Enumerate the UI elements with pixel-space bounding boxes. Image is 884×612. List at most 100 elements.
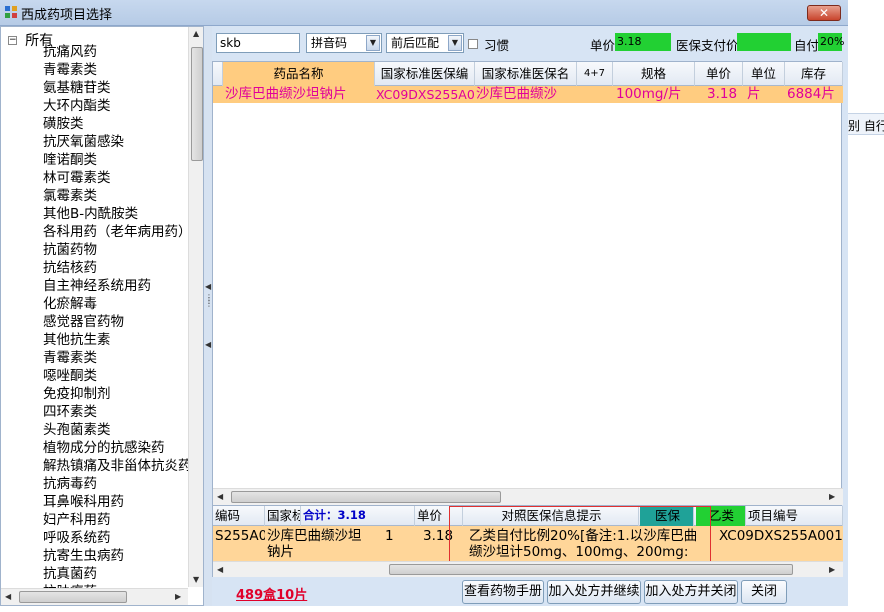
scroll-down-icon[interactable]: ▼ (193, 575, 199, 584)
tree-vertical-scrollbar[interactable]: ▲ ▼ (188, 27, 203, 587)
cell-code: S255A0 (215, 528, 265, 544)
search-method-select[interactable]: 拼音码 ▼ (306, 33, 382, 53)
tree-item[interactable]: 氯霉素类 (43, 187, 189, 205)
tree-item[interactable]: 抗菌药物 (43, 241, 189, 259)
app-icon (5, 6, 17, 18)
column-header-price[interactable]: 单价 (695, 62, 743, 86)
tree-item[interactable]: 林可霉素类 (43, 169, 189, 187)
habit-checkbox[interactable] (468, 39, 478, 49)
tree-item[interactable]: 感觉器官药物 (43, 313, 189, 331)
prescription-scroll-thumb[interactable] (389, 564, 793, 575)
insurance-badge: 医保 (640, 506, 694, 526)
tree-item[interactable]: 抗寄生虫病药 (43, 547, 189, 565)
column-header-stock[interactable]: 库存 (785, 62, 843, 86)
category-badge: 乙类 (696, 506, 746, 526)
column-header-hint[interactable]: 对照医保信息提示 (463, 506, 639, 526)
prescription-grid-header: 编码 国家标 合计：3.18 单价 对照医保信息提示 医保 乙类 项目编号 (213, 506, 843, 526)
tree-item[interactable]: 解热镇痛及非甾体抗炎药 (43, 457, 189, 475)
match-mode-select[interactable]: 前后匹配 ▼ (386, 33, 464, 53)
tree-item[interactable]: 抗厌氧菌感染 (43, 133, 189, 151)
table-row[interactable]: S255A0 沙库巴曲缬沙坦钠片 1 3.18 乙类自付比例20%[备注:1.以… (213, 526, 843, 561)
tree-scroll-thumb[interactable] (191, 47, 203, 161)
column-header-name[interactable]: 药品名称 (223, 62, 375, 86)
grid-horizontal-scrollbar[interactable]: ◀ ▶ (213, 488, 843, 505)
chevron-down-icon[interactable]: ▼ (366, 35, 380, 51)
tree-item[interactable]: 头孢菌素类 (43, 421, 189, 439)
scroll-right-icon[interactable]: ▶ (175, 592, 181, 601)
add-and-continue-button[interactable]: 加入处方并继续 (547, 580, 641, 604)
column-header-price[interactable]: 单价 (415, 506, 463, 526)
tree-item[interactable]: 其他B-内酰胺类 (43, 205, 189, 223)
tree-item[interactable]: 抗真菌药 (43, 565, 189, 583)
tree-item[interactable]: 抗结核药 (43, 259, 189, 277)
scroll-right-icon[interactable]: ▶ (829, 565, 835, 574)
close-button[interactable]: 关闭 (741, 580, 787, 604)
scroll-up-icon[interactable]: ▲ (193, 29, 199, 38)
tree-item[interactable]: 耳鼻喉科用药 (43, 493, 189, 511)
cell-unit: 片 (747, 86, 761, 102)
match-mode-value: 前后匹配 (391, 36, 440, 50)
scroll-left-icon[interactable]: ◀ (217, 565, 223, 574)
bottom-action-bar: 489盒10片 查看药物手册 加入处方并继续 加入处方并关闭 关闭 (212, 578, 848, 606)
stock-total-link[interactable]: 489盒10片 (236, 584, 307, 603)
cell-spec: 100mg/片 (616, 86, 682, 102)
insurance-price-value (737, 33, 791, 51)
background-window (848, 0, 884, 612)
column-header-std-name[interactable]: 国家标准医保名 (475, 62, 577, 86)
cell-name: 沙库巴曲缬沙坦钠片 (267, 528, 362, 560)
tree-item[interactable]: 喹诺酮类 (43, 151, 189, 169)
column-header-item-code[interactable]: 项目编号 (746, 506, 843, 526)
tree-item[interactable]: 其他抗生素 (43, 331, 189, 349)
tree-item[interactable]: 妇产科用药 (43, 511, 189, 529)
search-method-value: 拼音码 (311, 36, 348, 50)
tree-item[interactable]: 噁唑酮类 (43, 367, 189, 385)
tree-item[interactable]: 四环素类 (43, 403, 189, 421)
collapse-icon[interactable]: − (8, 35, 17, 45)
tree-item[interactable]: 青霉素类 (43, 349, 189, 367)
table-row[interactable]: 沙库巴曲缬沙坦钠片 XC09DXS255A0 沙库巴曲缬沙 100mg/片 3.… (213, 86, 843, 103)
column-header-4plus7[interactable]: 4+7 (577, 62, 613, 86)
tree-item[interactable]: 抗病毒药 (43, 475, 189, 493)
tree-item[interactable]: 青霉素类 (43, 61, 189, 79)
chevron-down-icon[interactable]: ▼ (448, 35, 462, 51)
tree-item[interactable]: 植物成分的抗感染药 (43, 439, 189, 457)
column-header-std-code[interactable]: 国家标准医保编 (375, 62, 475, 86)
tree-item[interactable]: 抗痛风药 (43, 43, 189, 61)
cell-qty: 1 (385, 528, 394, 544)
scroll-left-icon[interactable]: ◀ (5, 592, 11, 601)
tree-item[interactable]: 磺胺类 (43, 115, 189, 133)
category-tree: − 所有 抗痛风药 青霉素类 氨基糖苷类 大环内酯类 磺胺类 抗厌氧菌感染 喹诺酮类 林可霉素… (0, 26, 204, 606)
search-input[interactable] (216, 33, 300, 53)
cell-4plus7 (579, 86, 611, 103)
column-header-spec[interactable]: 规格 (613, 62, 695, 86)
tree-item[interactable]: 呼吸系统药 (43, 529, 189, 547)
tree-item[interactable]: 免疫抑制剂 (43, 385, 189, 403)
column-header-name[interactable]: 国家标 (265, 506, 301, 526)
splitter-collapse-icon[interactable]: ◀ (205, 282, 211, 291)
tree-item[interactable]: 各科用药（老年病用药） (43, 223, 189, 241)
column-header-code[interactable]: 编码 (213, 506, 265, 526)
price-value: 3.18 (615, 33, 671, 51)
drug-grid: 药品名称 国家标准医保编 国家标准医保名 4+7 规格 单价 单位 库存 沙库巴… (212, 61, 843, 505)
cell-std-name: 沙库巴曲缬沙 (476, 86, 557, 102)
tree-item[interactable]: 自主神经系统用药 (43, 277, 189, 295)
tree-item[interactable]: 大环内酯类 (43, 97, 189, 115)
tree-hscroll-thumb[interactable] (19, 591, 127, 603)
tree-horizontal-scrollbar[interactable]: ◀ ▶ (1, 588, 188, 605)
grid-scroll-thumb[interactable] (231, 491, 501, 503)
add-and-close-button[interactable]: 加入处方并关闭 (644, 580, 738, 604)
column-header-unit[interactable]: 单位 (743, 62, 785, 86)
prescription-horizontal-scrollbar[interactable]: ◀ ▶ (213, 561, 843, 577)
splitter[interactable]: ◀ ⋮ ⋮ ⋮ ◀ (204, 26, 213, 606)
price-label: 单价 (590, 38, 616, 53)
drug-grid-header: 药品名称 国家标准医保编 国家标准医保名 4+7 规格 单价 单位 库存 (213, 62, 843, 86)
tree-item[interactable]: 化瘀解毒 (43, 295, 189, 313)
scroll-left-icon[interactable]: ◀ (217, 492, 223, 501)
close-button[interactable]: ✕ (807, 5, 841, 21)
splitter-expand-icon[interactable]: ◀ (205, 340, 211, 349)
main-panel: 拼音码 ▼ 前后匹配 ▼ 习惯 单价 3.18 医保支付价 自付 20% 药品名… (212, 26, 848, 606)
cell-price: 3.18 (423, 528, 454, 544)
tree-item[interactable]: 氨基糖苷类 (43, 79, 189, 97)
scroll-right-icon[interactable]: ▶ (829, 492, 835, 501)
view-manual-button[interactable]: 查看药物手册 (462, 580, 544, 604)
